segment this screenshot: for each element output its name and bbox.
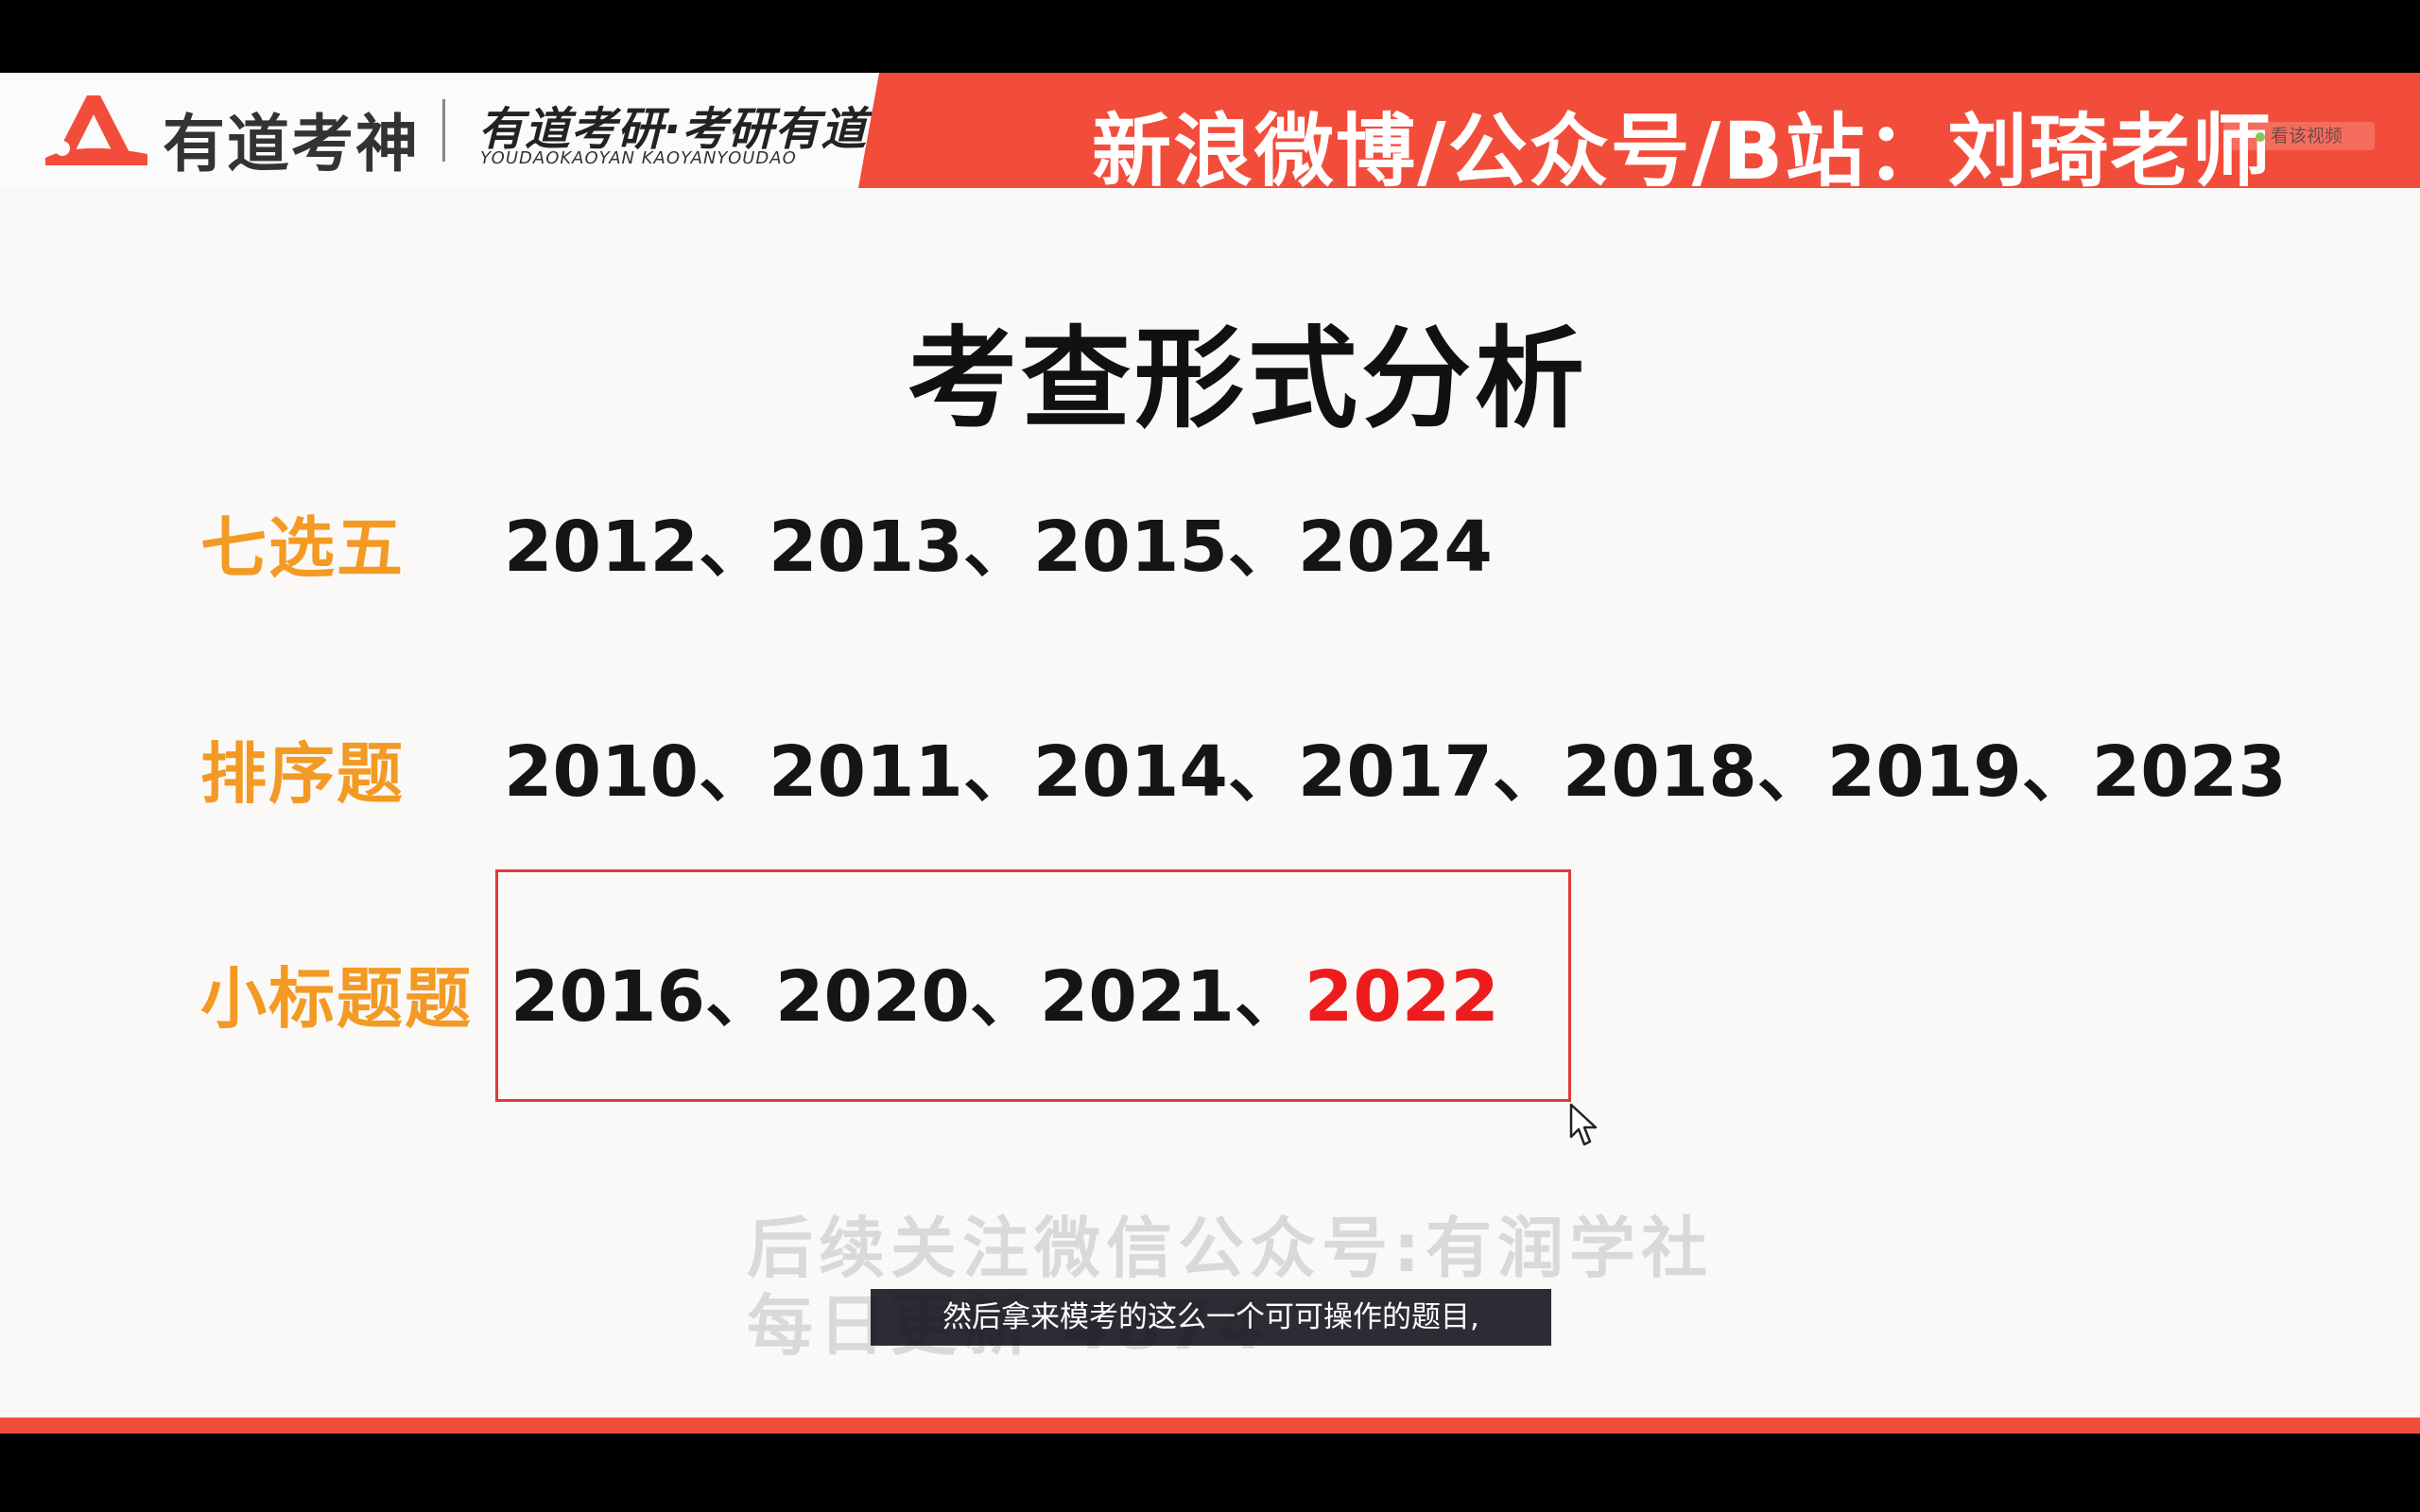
logo-text: 有道考神 xyxy=(163,108,420,180)
lecture-slide: 有道考神 有道考研·考研有道 YOUDAOKAOYAN KAOYANYOUDAO… xyxy=(0,73,2420,1434)
play-dot-icon xyxy=(2255,131,2265,142)
logo-divider xyxy=(442,99,445,162)
watch-video-button[interactable]: 看该视频 xyxy=(2223,122,2375,150)
video-player[interactable]: 有道考神 有道考研·考研有道 YOUDAOKAOYAN KAOYANYOUDAO… xyxy=(0,0,2420,1512)
mouse-cursor-icon xyxy=(1569,1103,1598,1146)
highlight-box xyxy=(495,869,1571,1102)
youdao-logo-icon xyxy=(45,95,147,165)
subtitle-caption: 然后拿来模考的这么一个可可操作的题目, xyxy=(871,1289,1551,1346)
row-label-seven-choose-five: 七选五 xyxy=(200,509,405,587)
row-label-subheading: 小标题题 xyxy=(200,960,473,1038)
row-label-ordering: 排序题 xyxy=(200,735,405,813)
slide-title: 考查形式分析 xyxy=(908,316,1588,443)
row-years-seven-choose-five: 2012、2013、2015、2024 xyxy=(504,507,1493,588)
watch-video-label: 看该视频 xyxy=(2270,126,2342,146)
header-logo-area: 有道考神 有道考研·考研有道 YOUDAOKAOYAN KAOYANYOUDAO xyxy=(0,73,889,188)
row-years-ordering: 2010、2011、2014、2017、2018、2019、2023 xyxy=(504,731,2287,813)
header-title: 新浪微博/公众号/B站：刘琦老师 xyxy=(1092,105,2273,198)
brand-slogan-pinyin: YOUDAOKAOYAN KAOYANYOUDAO xyxy=(480,148,797,168)
footer-band xyxy=(0,1418,2420,1434)
